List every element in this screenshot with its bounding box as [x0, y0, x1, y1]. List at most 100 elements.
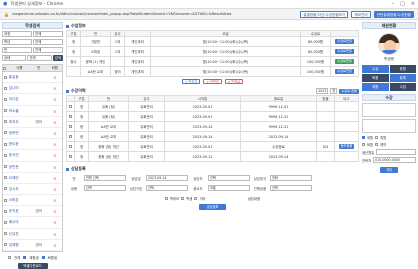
- remove-icon[interactable]: ×: [53, 198, 56, 203]
- row-checkbox[interactable]: [69, 155, 72, 158]
- excel-download-button[interactable]: 엑셀다운로드: [17, 263, 48, 269]
- row-checkbox[interactable]: [4, 198, 8, 202]
- parent-checkbox[interactable]: [164, 196, 168, 200]
- remove-icon[interactable]: ×: [53, 165, 56, 170]
- option-2-checkbox[interactable]: [375, 136, 379, 139]
- add-class-button[interactable]: + 반추가: [181, 79, 201, 84]
- end-class-button[interactable]: × 반종료: [224, 79, 244, 84]
- list-item[interactable]: 윤서연 ×: [3, 150, 62, 162]
- student-name-cell[interactable]: 한도윤: [9, 139, 30, 149]
- row-checkbox[interactable]: [4, 86, 8, 90]
- memo-button[interactable]: 메모관리: [351, 10, 371, 18]
- select-all-checkbox[interactable]: [3, 66, 6, 70]
- form-input[interactable]: 2023-09-14: [146, 175, 188, 181]
- status-btn-1[interactable]: 수강: [362, 65, 389, 73]
- list-item[interactable]: 신유찬 ×: [3, 229, 62, 240]
- form-input[interactable]: 보통: [208, 185, 250, 191]
- note-button[interactable]: 중도환불: [338, 144, 355, 149]
- phone-input[interactable]: 010-0000-0000: [373, 157, 416, 163]
- student-name-cell[interactable]: 신유찬: [9, 229, 30, 239]
- row-checkbox[interactable]: [4, 243, 8, 247]
- status-btn-3[interactable]: 퇴원: [362, 74, 389, 82]
- change-fee-button[interactable]: 수강료변경: [335, 39, 354, 44]
- form-input[interactable]: 선택: [84, 185, 126, 191]
- overall-attendance-button[interactable]: 전반출결현황/수업현황: [373, 10, 414, 18]
- list-item[interactable]: 정하린 ×: [3, 128, 62, 140]
- list-item[interactable]: 오예린 ×: [3, 173, 62, 184]
- list-item[interactable]: 배수아 ×: [3, 217, 62, 229]
- row-checkbox[interactable]: [69, 125, 72, 128]
- list-item[interactable]: 한도윤 ×: [3, 139, 62, 151]
- remove-icon[interactable]: ×: [53, 86, 56, 91]
- list-item[interactable]: 강시우 ×: [3, 184, 62, 196]
- row-checkbox[interactable]: [69, 135, 72, 138]
- list-item[interactable]: 서하은 ×: [3, 195, 62, 207]
- row-checkbox[interactable]: [4, 153, 8, 157]
- row-checkbox[interactable]: [4, 165, 8, 168]
- list-item[interactable]: 홍길동 ×: [3, 72, 62, 84]
- list-item[interactable]: 김나리 ×: [3, 83, 62, 95]
- url-field[interactable]: rangamirum.edusolu.co.kr/ddhc/counsel/co…: [12, 12, 232, 16]
- class-filter[interactable]: 전체: [33, 47, 63, 53]
- student-name-cell[interactable]: 장민준: [9, 162, 30, 172]
- list-item[interactable]: 최지우 영어 ×: [3, 117, 62, 128]
- status-btn-4[interactable]: 등록: [389, 74, 416, 82]
- other-checkbox[interactable]: [194, 196, 198, 200]
- remove-icon[interactable]: ×: [53, 142, 56, 147]
- row-checkbox[interactable]: [69, 105, 72, 108]
- row-checkbox[interactable]: [4, 176, 8, 180]
- student-name-cell[interactable]: 강시우: [9, 184, 30, 194]
- remove-icon[interactable]: ×: [53, 187, 56, 192]
- row-checkbox[interactable]: [69, 145, 72, 148]
- list-item[interactable]: 문지호 영어 ×: [3, 206, 62, 218]
- list-item[interactable]: 임채원 영어 ×: [3, 240, 62, 251]
- list-item[interactable]: 박소율 ×: [3, 106, 62, 117]
- refund-button[interactable]: 수강료 환불: [339, 88, 359, 94]
- change-fee-button[interactable]: 수강료변경: [335, 49, 354, 54]
- row-checkbox[interactable]: [4, 120, 8, 124]
- remove-icon[interactable]: ×: [53, 220, 56, 225]
- row-checkbox[interactable]: [69, 115, 72, 118]
- year-select[interactable]: 2023: [316, 88, 329, 94]
- student-name-cell[interactable]: 윤서연: [9, 150, 30, 160]
- change-fee-button[interactable]: 수강료변경: [335, 69, 354, 74]
- remove-icon[interactable]: ×: [53, 176, 56, 181]
- form-input[interactable]: 전체 선택: [84, 175, 126, 181]
- enrolled-checkbox[interactable]: [23, 256, 27, 259]
- remove-icon[interactable]: ×: [53, 109, 56, 114]
- row-checkbox[interactable]: [4, 131, 8, 135]
- remove-icon[interactable]: ×: [53, 232, 56, 237]
- form-input[interactable]: 선택: [146, 185, 188, 191]
- student-checkbox[interactable]: [181, 196, 185, 200]
- change-fee-button[interactable]: 수강료변경: [335, 59, 354, 64]
- student-name-cell[interactable]: 임채원: [9, 240, 30, 250]
- status-filter[interactable]: 전체: [27, 55, 52, 61]
- form-input[interactable]: 전화: [270, 175, 312, 181]
- row-checkbox[interactable]: [4, 109, 8, 113]
- withdrawn-checkbox[interactable]: [41, 256, 45, 259]
- change-class-button[interactable]: × 반변경: [203, 79, 222, 84]
- student-name-cell[interactable]: 홍길동: [9, 72, 30, 82]
- status-btn-6[interactable]: 수업: [389, 83, 416, 91]
- form-input[interactable]: 선택: [208, 175, 250, 181]
- remove-icon[interactable]: ×: [53, 120, 56, 125]
- grade-filter[interactable]: 전체: [33, 39, 63, 45]
- minimize-icon[interactable]: –: [392, 1, 395, 7]
- row-checkbox[interactable]: [4, 75, 8, 79]
- status-btn-5[interactable]: 재원: [362, 83, 389, 91]
- course-filter[interactable]: 전체: [33, 31, 63, 37]
- remove-icon[interactable]: ×: [53, 153, 56, 158]
- close-icon[interactable]: ×: [411, 1, 415, 7]
- option-3-checkbox[interactable]: [362, 143, 365, 146]
- all-checkbox[interactable]: [8, 256, 12, 259]
- remove-icon[interactable]: ×: [53, 75, 56, 80]
- status-btn-2[interactable]: 휴원: [389, 65, 416, 73]
- form-input[interactable]: 선택: [270, 185, 312, 191]
- row-checkbox[interactable]: [4, 97, 8, 101]
- student-name-cell[interactable]: 김나리: [9, 83, 30, 93]
- search-button[interactable]: 검색: [52, 55, 63, 61]
- student-name-cell[interactable]: 서하은: [9, 195, 30, 205]
- list-item[interactable]: 이다온 ×: [3, 94, 62, 106]
- row-checkbox[interactable]: [4, 142, 8, 146]
- student-name-cell[interactable]: 이다온: [9, 94, 30, 104]
